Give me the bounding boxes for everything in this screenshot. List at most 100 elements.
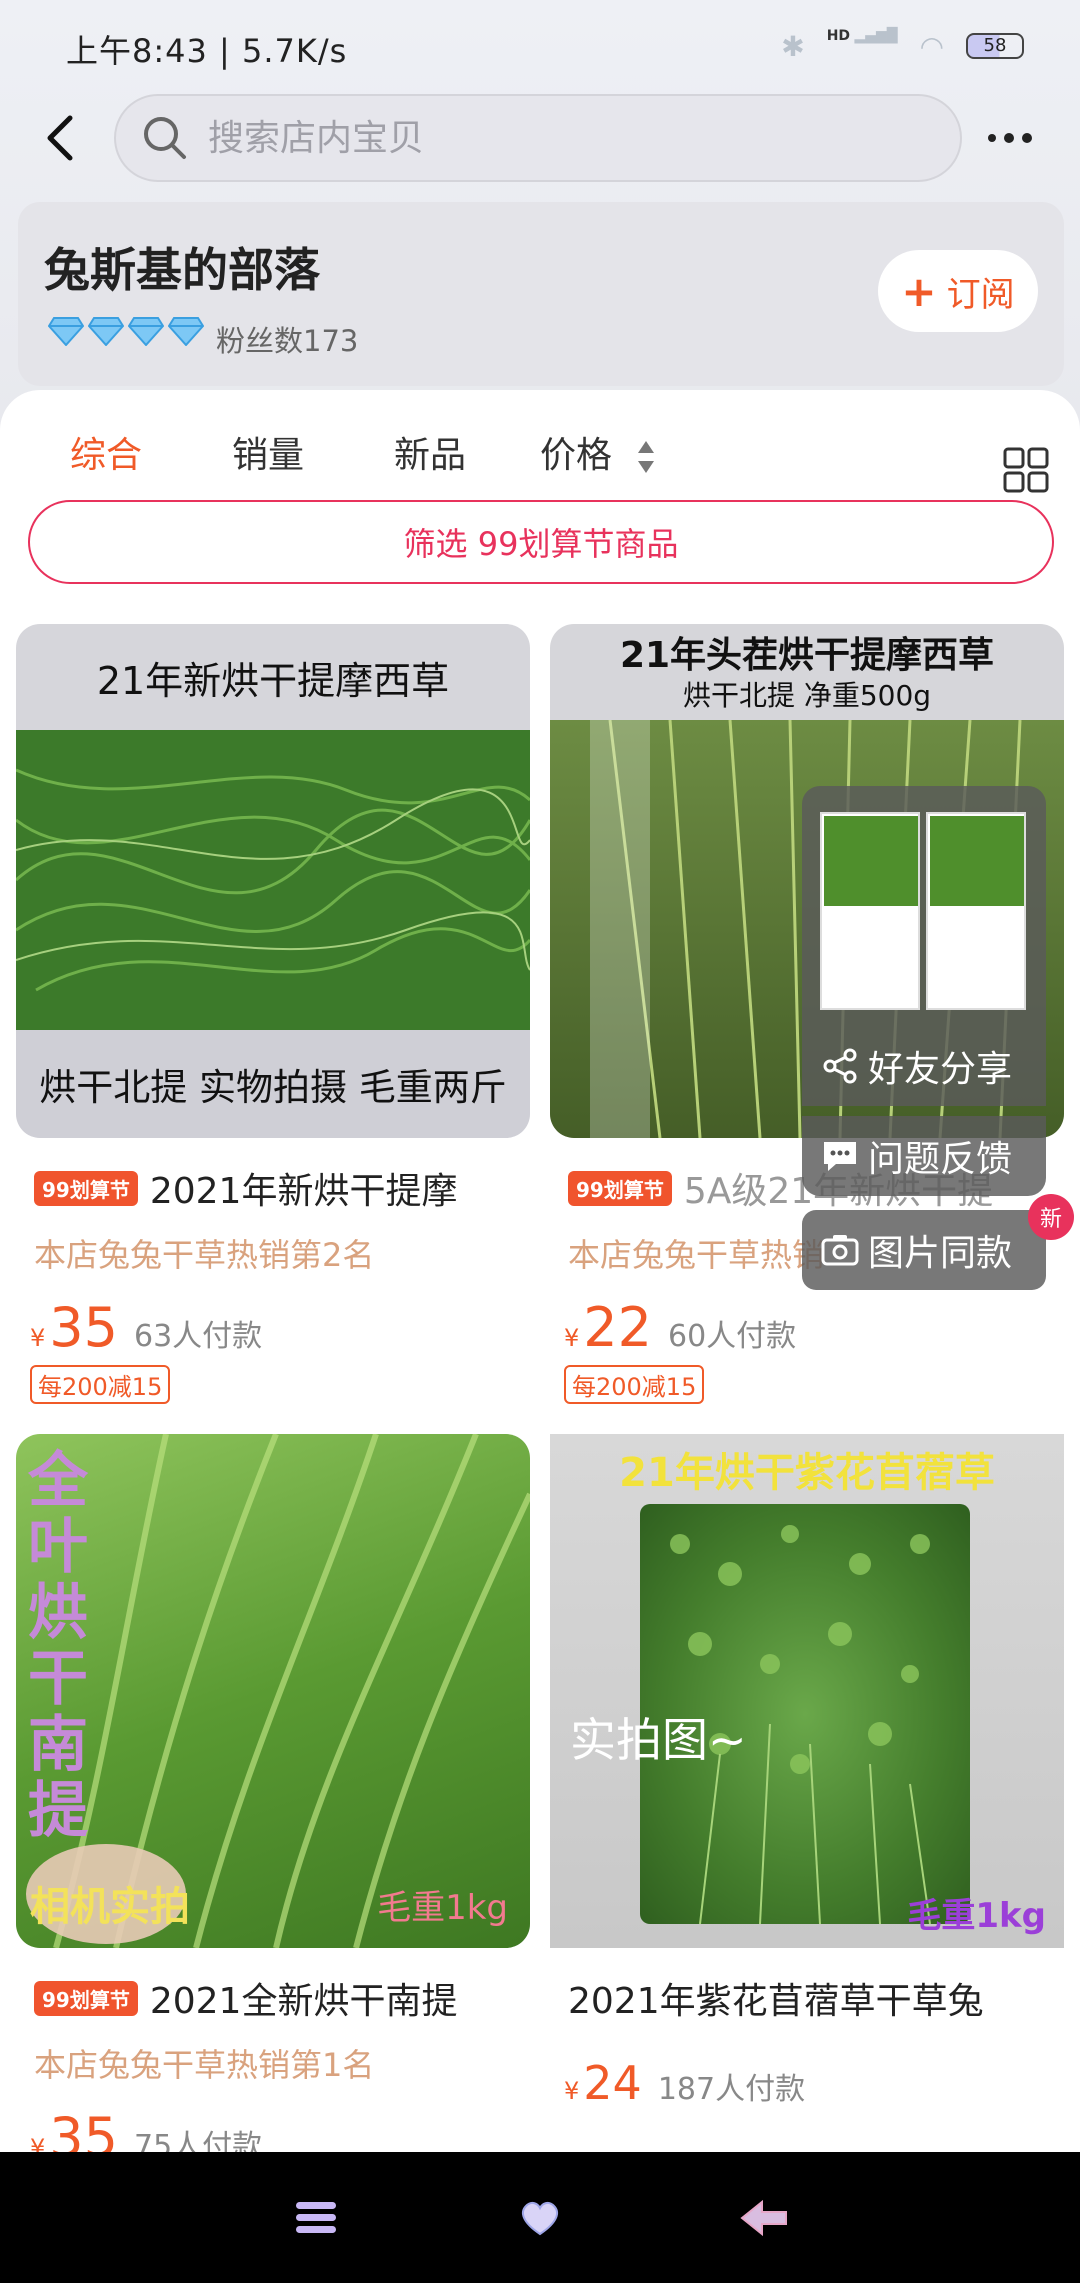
chevron-left-icon bbox=[47, 115, 73, 161]
diamond-icon bbox=[128, 317, 164, 346]
tab-comprehensive[interactable]: 综合 bbox=[70, 426, 142, 478]
tab-sales[interactable]: 销量 bbox=[232, 426, 304, 478]
product-image-caption: 21年新烘干提摩西草 bbox=[16, 624, 530, 730]
product-subtitle: 本店兔兔干草热销第2名 bbox=[34, 1236, 375, 1274]
product-image-caption: 实拍图~ bbox=[570, 1713, 747, 1767]
product-card[interactable]: 全叶烘干南提 相机实拍 毛重1kg 99划算节 2021全新烘干南提 本店兔兔干… bbox=[16, 1434, 530, 2169]
product-image-caption: 相机实拍 bbox=[30, 1884, 190, 1930]
product-image-caption: 烘干北提 净重500g bbox=[682, 679, 932, 712]
new-badge: 新 bbox=[1028, 1194, 1074, 1240]
subscribe-button[interactable]: + 订阅 bbox=[878, 250, 1038, 332]
diamond-icon bbox=[168, 317, 204, 346]
product-title-row: 99划算节 2021年新烘干提摩 bbox=[16, 1162, 530, 1214]
fans-count: 粉丝数173 bbox=[216, 324, 359, 358]
price-row: ¥ 24 187人付款 bbox=[550, 2056, 1064, 2110]
same-image-label: 图片同款 bbox=[868, 1233, 1013, 1274]
product-title: 2021年新烘干提摩 bbox=[149, 1171, 458, 1212]
coupon-tag: 每200减15 bbox=[30, 1365, 171, 1404]
price-row: ¥ 35 63人付款 bbox=[16, 1296, 530, 1359]
grass-photo bbox=[16, 730, 530, 1030]
more-dot-icon bbox=[1022, 133, 1032, 143]
product-card[interactable]: 21年新烘干提摩西草 烘干北提 实物拍摄 毛重两斤 99划算节 2021年新烘干… bbox=[16, 624, 530, 1404]
status-bar: 上午8:43 | 5.7K/s ✱ HD ▂▄▆█ ◠ 58 bbox=[0, 0, 1080, 90]
chat-bubble-icon bbox=[824, 1142, 856, 1171]
thumbnail-image bbox=[926, 812, 1026, 1010]
coupon-tag: 每200减15 bbox=[564, 1365, 705, 1404]
promo-badge: 99划算节 bbox=[34, 1170, 138, 1206]
battery-icon: 58 bbox=[966, 33, 1024, 59]
floating-share-menu: 好友分享 问题反馈 图片同款 新 bbox=[802, 786, 1074, 1290]
product-price: 35 bbox=[49, 1296, 118, 1359]
product-image-caption: 21年头茬烘干提摩西草 bbox=[619, 635, 995, 676]
product-title-row: 2021年紫花苜蓿草干草兔 bbox=[550, 1972, 1064, 2024]
menu-nav-button[interactable] bbox=[286, 2188, 346, 2248]
shop-name: 兔斯基的部落 bbox=[44, 243, 320, 297]
tab-price[interactable]: 价格 bbox=[540, 426, 657, 478]
product-image-caption: 毛重1kg bbox=[907, 1896, 1046, 1936]
tab-new[interactable]: 新品 bbox=[394, 426, 466, 478]
product-image-caption: 21年烘干紫花苜蓿草 bbox=[619, 1450, 995, 1496]
menu-icon bbox=[296, 2202, 336, 2233]
product-card[interactable]: 21年烘干紫花苜蓿草 实拍图~ 毛重1kg 2021年紫花苜蓿草干草兔 ¥ 24… bbox=[550, 1434, 1064, 2110]
shop-info-card[interactable]: 兔斯基的部落 粉丝数173 + 订阅 bbox=[18, 202, 1064, 386]
product-subtitle: 本店兔兔干草热销第1名 bbox=[34, 2046, 375, 2084]
more-dot-icon bbox=[1004, 133, 1014, 143]
more-options-button[interactable] bbox=[980, 116, 1040, 160]
sort-arrows-icon bbox=[638, 441, 655, 473]
currency-symbol: ¥ bbox=[564, 2077, 580, 2105]
search-input[interactable] bbox=[208, 117, 858, 159]
home-nav-button[interactable] bbox=[510, 2188, 570, 2248]
shop-level bbox=[48, 316, 204, 346]
share-friend-button[interactable]: 好友分享 bbox=[802, 1026, 1046, 1106]
grid-view-icon[interactable] bbox=[1002, 446, 1050, 494]
plus-icon: + bbox=[901, 266, 937, 316]
status-icons: ✱ HD ▂▄▆█ ◠ 58 bbox=[781, 28, 1024, 64]
paid-count: 187人付款 bbox=[657, 2072, 806, 2107]
feedback-button[interactable]: 问题反馈 bbox=[802, 1116, 1046, 1196]
product-title: 2021全新烘干南提 bbox=[149, 1981, 458, 2022]
product-price: 22 bbox=[583, 1296, 652, 1359]
heart-icon bbox=[522, 2201, 558, 2236]
product-image-caption: 全叶烘干南提 bbox=[28, 1446, 88, 1846]
product-price: 24 bbox=[583, 2056, 642, 2110]
grass-texture bbox=[16, 768, 530, 992]
paid-count: 60人付款 bbox=[668, 1319, 797, 1354]
product-image-caption: 毛重1kg bbox=[377, 1888, 508, 1928]
promo-badge: 99划算节 bbox=[568, 1170, 672, 1206]
product-title-row: 99划算节 2021全新烘干南提 bbox=[16, 1972, 530, 2024]
currency-symbol: ¥ bbox=[30, 1324, 46, 1352]
camera-icon bbox=[821, 1235, 859, 1266]
back-button[interactable] bbox=[36, 108, 84, 168]
promo-badge: 99划算节 bbox=[34, 1980, 138, 2016]
wifi-icon: ◠ bbox=[919, 29, 944, 63]
price-row: ¥ 22 60人付款 bbox=[550, 1296, 1064, 1359]
currency-symbol: ¥ bbox=[564, 1324, 580, 1352]
share-icon bbox=[823, 1048, 857, 1084]
product-title: 2021年紫花苜蓿草干草兔 bbox=[568, 1981, 984, 2022]
diamond-icon bbox=[48, 317, 84, 346]
product-image[interactable]: 21年烘干紫花苜蓿草 实拍图~ 毛重1kg bbox=[550, 1434, 1064, 1948]
status-time-speed: 上午8:43 | 5.7K/s bbox=[66, 32, 348, 70]
more-dot-icon bbox=[988, 134, 996, 142]
screenshot-thumbnail[interactable] bbox=[802, 786, 1046, 1026]
search-bar[interactable] bbox=[114, 94, 962, 182]
thumbnail-image bbox=[820, 812, 920, 1010]
bluetooth-icon: ✱ bbox=[781, 29, 805, 63]
paid-count: 63人付款 bbox=[134, 1319, 263, 1354]
product-image-caption: 烘干北提 实物拍摄 毛重两斤 bbox=[16, 1030, 530, 1138]
screen: 上午8:43 | 5.7K/s ✱ HD ▂▄▆█ ◠ 58 兔斯基的部落 bbox=[0, 0, 1080, 2283]
product-image[interactable]: 21年新烘干提摩西草 烘干北提 实物拍摄 毛重两斤 bbox=[16, 624, 530, 1138]
same-image-button[interactable]: 图片同款 bbox=[802, 1210, 1046, 1290]
network-type-label: HD bbox=[826, 28, 851, 44]
back-arrow-icon bbox=[740, 2199, 787, 2237]
signal-icon: HD ▂▄▆█ bbox=[826, 28, 898, 44]
filter-99-button[interactable]: 筛选 99划算节商品 bbox=[28, 500, 1054, 584]
subscribe-label: 订阅 bbox=[946, 274, 1015, 315]
diamond-icon bbox=[88, 317, 124, 346]
sort-tabs: 综合 销量 新品 价格 bbox=[0, 418, 1080, 493]
back-nav-button[interactable] bbox=[734, 2188, 794, 2248]
product-image[interactable]: 全叶烘干南提 相机实拍 毛重1kg bbox=[16, 1434, 530, 1948]
feedback-label: 问题反馈 bbox=[868, 1139, 1013, 1180]
bottom-navigation-bar bbox=[0, 2152, 1080, 2283]
tab-price-label: 价格 bbox=[540, 435, 613, 476]
